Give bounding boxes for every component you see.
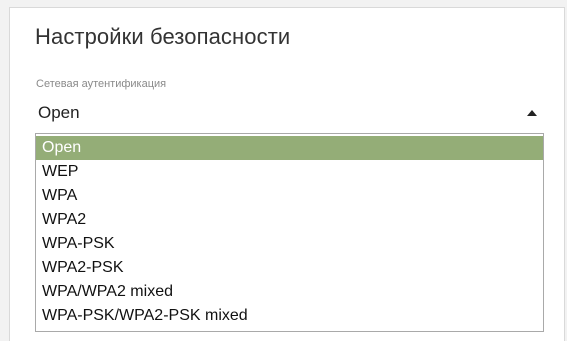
network-auth-label: Сетевая аутентификация (36, 78, 167, 90)
option-wpa-psk[interactable]: WPA-PSK (36, 232, 543, 256)
option-wpa2-psk[interactable]: WPA2-PSK (36, 256, 543, 280)
option-wpa-wpa2-mixed[interactable]: WPA/WPA2 mixed (36, 280, 543, 304)
option-wep[interactable]: WEP (36, 160, 543, 184)
caret-up-icon[interactable] (527, 110, 537, 116)
network-auth-dropdown-list: Open WEP WPA WPA2 WPA-PSK WPA2-PSK WPA/W… (35, 133, 544, 332)
option-wpa-psk-wpa2-psk-mixed[interactable]: WPA-PSK/WPA2-PSK mixed (36, 304, 543, 328)
option-open[interactable]: Open (36, 136, 543, 160)
page-title: Настройки безопасности (35, 24, 291, 49)
network-auth-selected-value: Open (38, 103, 80, 122)
option-wpa[interactable]: WPA (36, 184, 543, 208)
option-wpa2[interactable]: WPA2 (36, 208, 543, 232)
network-auth-select[interactable]: Open (30, 98, 546, 130)
